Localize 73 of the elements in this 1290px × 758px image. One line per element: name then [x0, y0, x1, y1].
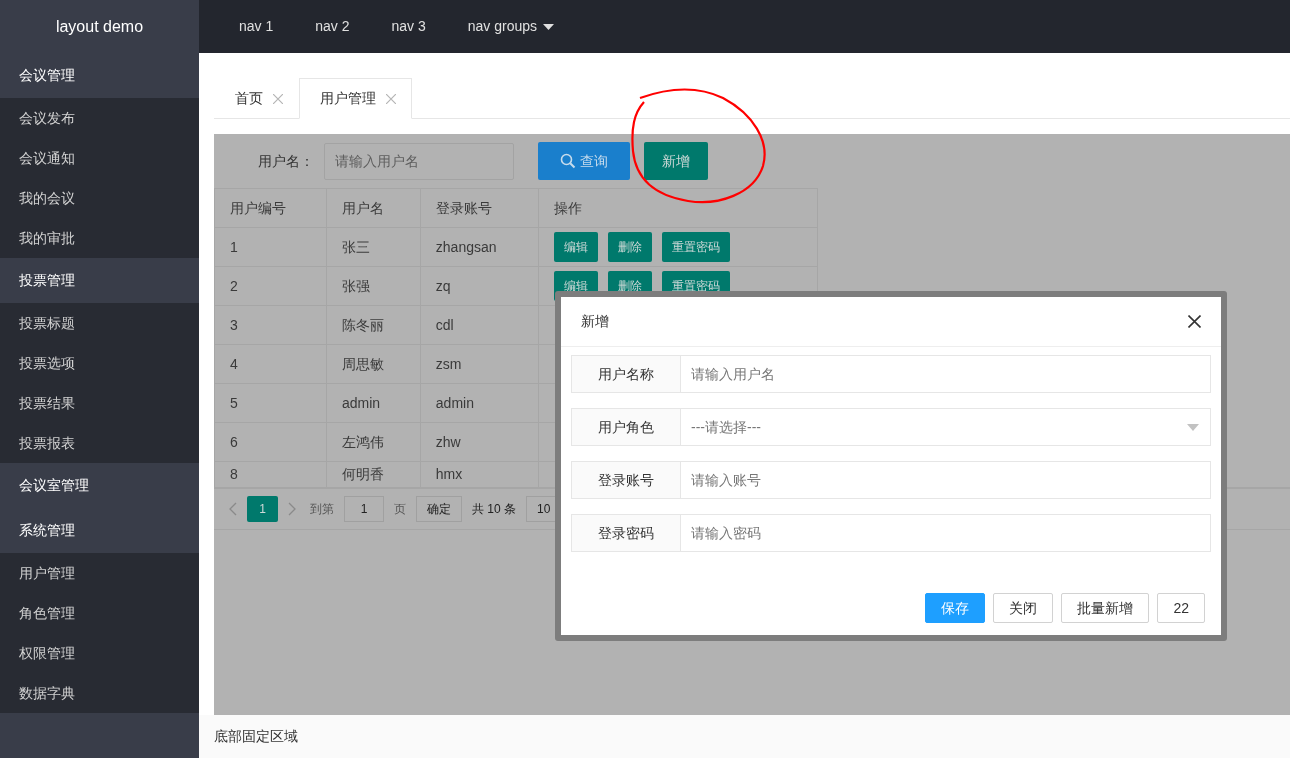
table-cell: 8 — [214, 461, 327, 487]
caret-icon — [543, 23, 555, 30]
table-cell: zhangsan — [420, 227, 539, 267]
column-header: 用户名 — [326, 188, 421, 228]
input-field[interactable]: 请输入用户名 — [681, 355, 1211, 393]
table-cell: 左鸿伟 — [326, 422, 421, 462]
app-logo-title: layout demo — [54, 16, 145, 37]
sidebar-item[interactable]: 投票结果 — [0, 383, 199, 423]
table-cell: 5 — [214, 383, 327, 423]
select-field[interactable]: ---请选择--- — [681, 408, 1211, 446]
dialog-title: 新增 — [581, 312, 609, 331]
dialog-button[interactable]: 批量新增 — [1061, 593, 1150, 623]
sidebar-item[interactable]: 数据字典 — [0, 673, 199, 713]
table-cell: 陈冬丽 — [326, 305, 421, 345]
column-header: 登录账号 — [420, 188, 539, 228]
sidebar-item[interactable]: 用户管理 — [0, 553, 199, 593]
chevron-right-icon[interactable] — [288, 501, 296, 516]
column-header: 用户编号 — [214, 188, 327, 228]
add-button[interactable]: 新增 — [644, 142, 708, 180]
table-cell: admin — [420, 383, 539, 423]
page-button[interactable]: 1 — [247, 495, 278, 522]
sidebar-item[interactable]: 我的会议 — [0, 178, 199, 218]
dialog-button[interactable]: 关闭 — [993, 593, 1054, 623]
footer-text: 底部固定区域 — [199, 715, 1290, 758]
input-field[interactable]: 请输入账号 — [681, 461, 1211, 499]
table-cell: 4 — [214, 344, 327, 384]
table-cell: 1 — [214, 227, 327, 267]
table-cell: 3 — [214, 305, 327, 345]
sidebar-item[interactable]: 会议通知 — [0, 138, 199, 178]
confirm-button[interactable]: 确定 — [416, 495, 462, 522]
table-cell: zq — [420, 266, 539, 306]
sidebar-item[interactable]: 会议发布 — [0, 98, 199, 138]
field-label: 用户角色 — [571, 408, 681, 446]
total-count: 共 10 条 — [472, 500, 516, 518]
caret-icon — [1187, 424, 1199, 431]
nav-link[interactable]: nav 1 — [223, 0, 290, 53]
table-cell: cdl — [420, 305, 539, 345]
goto-label: 到第 — [310, 500, 334, 518]
table-cell: 张三 — [326, 227, 421, 267]
table-cell: admin — [326, 383, 421, 423]
column-header: 操作 — [538, 188, 818, 228]
chevron-left-icon[interactable] — [229, 501, 237, 516]
dialog-button[interactable]: 22 — [1157, 593, 1205, 623]
sidebar-item[interactable]: 投票标题 — [0, 303, 199, 343]
tab[interactable]: 用户管理 — [299, 78, 412, 119]
sidebar-item[interactable]: 我的审批 — [0, 218, 199, 258]
nav-link[interactable]: nav 3 — [375, 0, 442, 53]
field-label: 登录密码 — [571, 514, 681, 552]
table-cell: 周思敏 — [326, 344, 421, 384]
page-number-field[interactable]: 1 — [344, 495, 384, 522]
table-cell: zhw — [420, 422, 539, 462]
input-field[interactable]: 请输入密码 — [681, 514, 1211, 552]
close-icon[interactable] — [1188, 315, 1201, 328]
table-cell: 张强 — [326, 266, 421, 306]
search-icon — [560, 153, 576, 169]
search-field[interactable]: 请输入用户名 — [324, 142, 514, 180]
row-action-button[interactable]: 重置密码 — [661, 232, 730, 262]
field-label: 登录账号 — [571, 461, 681, 499]
sidebar-item[interactable]: 投票报表 — [0, 423, 199, 463]
table-cell: 2 — [214, 266, 327, 306]
table-cell: zsm — [420, 344, 539, 384]
field-label: 用户名称 — [571, 355, 681, 393]
sidebar-item[interactable]: 投票选项 — [0, 343, 199, 383]
tab[interactable]: 首页 — [214, 78, 299, 119]
row-action-button[interactable]: 编辑 — [553, 232, 598, 262]
nav-link[interactable]: nav groups — [451, 0, 571, 53]
page-unit-label: 页 — [394, 500, 406, 518]
nav-link[interactable]: nav 2 — [299, 0, 366, 53]
sidebar-item[interactable]: 权限管理 — [0, 633, 199, 673]
row-action-button[interactable]: 删除 — [607, 232, 652, 262]
field-label: 用户名： — [257, 151, 315, 171]
table-cell: 6 — [214, 422, 327, 462]
sidebar-item[interactable]: 角色管理 — [0, 593, 199, 633]
